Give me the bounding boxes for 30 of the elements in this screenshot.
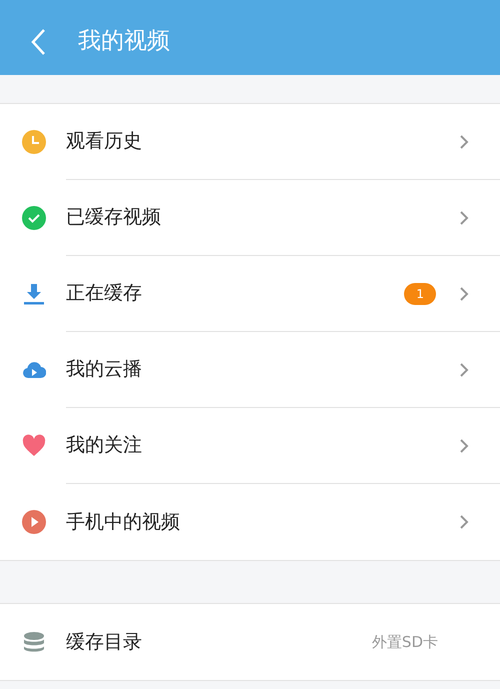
menu-label: 正在缓存 bbox=[66, 281, 143, 306]
chevron-right-icon bbox=[458, 438, 470, 454]
menu-item[interactable]: 观看历史 bbox=[0, 104, 500, 180]
menu-label: 我的云播 bbox=[66, 357, 143, 382]
menu-label: 缓存目录 bbox=[66, 630, 143, 655]
download-icon bbox=[22, 282, 46, 306]
check-icon bbox=[22, 206, 46, 230]
menu-item[interactable]: 正在缓存 1 bbox=[0, 256, 500, 332]
menu-label: 手机中的视频 bbox=[66, 510, 181, 535]
menu-item[interactable]: 我的云播 bbox=[0, 332, 500, 408]
menu-label: 已缓存视频 bbox=[66, 205, 162, 230]
menu-label: 我的关注 bbox=[66, 433, 143, 458]
page-title: 我的视频 bbox=[78, 27, 170, 56]
menu-item[interactable]: 手机中的视频 bbox=[0, 484, 500, 560]
play-icon bbox=[22, 510, 46, 534]
chevron-right-icon bbox=[458, 134, 470, 150]
chevron-right-icon bbox=[458, 210, 470, 226]
back-icon bbox=[30, 28, 46, 56]
chevron-right-icon bbox=[458, 362, 470, 378]
menu-label: 观看历史 bbox=[66, 129, 143, 154]
menu-item[interactable]: 已缓存视频 bbox=[0, 180, 500, 256]
setting-value: 外置SD卡 bbox=[372, 632, 438, 653]
clock-icon bbox=[22, 130, 46, 154]
database-icon bbox=[22, 630, 46, 654]
chevron-right-icon bbox=[458, 286, 470, 302]
heart-icon bbox=[22, 434, 46, 458]
count-badge: 1 bbox=[404, 282, 436, 304]
chevron-right-icon bbox=[458, 514, 470, 530]
menu-item[interactable]: 缓存目录 外置SD卡 bbox=[0, 604, 500, 680]
menu-item[interactable]: 我的关注 bbox=[0, 408, 500, 484]
